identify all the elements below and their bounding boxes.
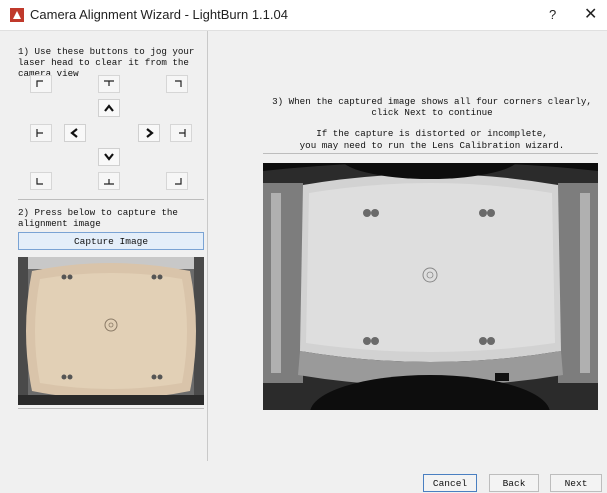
camera-preview-image xyxy=(263,163,598,410)
title-bar: Camera Alignment Wizard - LightBurn 1.1.… xyxy=(0,0,607,31)
jog-up-button[interactable] xyxy=(98,99,120,117)
edge-bottom-icon xyxy=(104,179,114,185)
divider xyxy=(263,153,598,154)
jog-down-button[interactable] xyxy=(98,148,120,166)
chevron-up-icon xyxy=(104,104,114,112)
jog-top-left-button[interactable] xyxy=(30,75,52,93)
back-button[interactable]: Back xyxy=(489,474,539,492)
help-button[interactable]: ? xyxy=(549,7,556,22)
capture-image-button[interactable]: Capture Image xyxy=(18,232,204,250)
next-button[interactable]: Next xyxy=(550,474,602,492)
capture-thumbnail xyxy=(18,257,204,405)
step2-instructions: 2) Press below to capture the alignment … xyxy=(18,207,178,229)
close-button[interactable]: ✕ xyxy=(584,4,597,24)
chevron-down-icon xyxy=(104,153,114,161)
corner-top-right-icon xyxy=(175,80,182,87)
note-line-1: If the capture is distorted or incomplet… xyxy=(316,128,548,139)
jog-top-center-button[interactable] xyxy=(98,75,120,93)
corner-top-left-icon xyxy=(36,80,43,87)
jog-left-button[interactable] xyxy=(64,124,86,142)
jog-top-right-button[interactable] xyxy=(166,75,188,93)
corner-bottom-left-icon xyxy=(36,178,43,185)
corner-bottom-right-icon xyxy=(175,178,182,185)
thumbnail-image xyxy=(18,257,204,405)
jog-middle-right-button[interactable] xyxy=(170,124,192,142)
note-line-2: you may need to run the Lens Calibration… xyxy=(299,140,565,151)
edge-top-icon xyxy=(104,80,114,86)
camera-capture xyxy=(263,163,598,410)
jog-bottom-center-button[interactable] xyxy=(98,172,120,190)
divider xyxy=(18,199,204,200)
jog-right-button[interactable] xyxy=(138,124,160,142)
window-title: Camera Alignment Wizard - LightBurn 1.1.… xyxy=(30,7,288,22)
chevron-right-icon xyxy=(146,128,154,138)
edge-left-icon xyxy=(36,129,43,137)
jog-bottom-left-button[interactable] xyxy=(30,172,52,190)
divider xyxy=(18,408,204,409)
chevron-left-icon xyxy=(70,128,78,138)
jog-bottom-right-button[interactable] xyxy=(166,172,188,190)
lightburn-logo-icon xyxy=(10,8,24,22)
jog-middle-left-button[interactable] xyxy=(30,124,52,142)
step3-instructions: 3) When the captured image shows all fou… xyxy=(272,96,592,118)
lens-calibration-note: If the capture is distorted or incomplet… xyxy=(262,128,602,152)
edge-right-icon xyxy=(179,129,186,137)
cancel-button[interactable]: Cancel xyxy=(423,474,477,492)
